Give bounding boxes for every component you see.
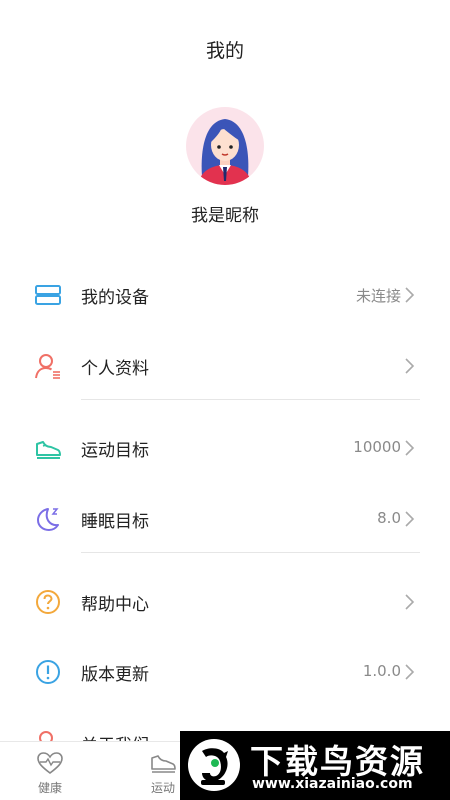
- menu-item-sleep-goal[interactable]: 睡眠目标 8.0: [0, 488, 450, 548]
- page-title: 我的: [205, 40, 244, 62]
- menu-item-label: 帮助中心: [81, 595, 149, 615]
- chevron-right-icon: [405, 664, 415, 680]
- menu-item-version-update[interactable]: 版本更新 1.0.0: [0, 641, 450, 701]
- tab-label: 健康: [37, 781, 62, 795]
- person-icon: [35, 354, 60, 379]
- moon-icon: [37, 508, 59, 531]
- device-icon: [35, 285, 61, 305]
- menu-item-label: 睡眠目标: [81, 512, 149, 532]
- menu-item-label: 运动目标: [81, 441, 149, 461]
- bird-logo-icon: [188, 739, 240, 791]
- menu-item-exercise-goal[interactable]: 运动目标 10000: [0, 417, 450, 477]
- avatar[interactable]: [186, 107, 264, 185]
- sneaker-icon: [151, 755, 176, 773]
- menu-item-label: 个人资料: [81, 359, 149, 379]
- version-value: 1.0.0: [362, 662, 401, 680]
- menu-item-profile[interactable]: 个人资料: [0, 335, 450, 395]
- heart-pulse-icon: [37, 752, 63, 775]
- watermark-banner: 下载鸟资源 www.xiazainiao.com: [180, 731, 450, 800]
- chevron-right-icon: [405, 594, 415, 610]
- exercise-goal-value: 10000: [353, 438, 401, 456]
- chevron-right-icon: [405, 511, 415, 527]
- sleep-goal-value: 8.0: [377, 509, 401, 527]
- menu-item-help-center[interactable]: 帮助中心: [0, 571, 450, 631]
- menu-item-label: 版本更新: [81, 665, 149, 685]
- menu-item-my-device[interactable]: 我的设备 未连接: [0, 264, 450, 324]
- sneaker-icon: [36, 441, 61, 459]
- watermark-url: www.xiazainiao.com: [252, 776, 413, 792]
- device-status: 未连接: [355, 287, 401, 305]
- tab-health[interactable]: 健康: [20, 742, 80, 800]
- exclamation-icon: [36, 660, 60, 684]
- chevron-right-icon: [405, 440, 415, 456]
- chevron-right-icon: [405, 287, 415, 303]
- nickname: 我是昵称: [191, 206, 259, 226]
- girl-avatar-icon: [198, 119, 252, 185]
- divider: [81, 399, 420, 400]
- chevron-right-icon: [405, 358, 415, 374]
- question-icon: [36, 590, 60, 614]
- menu-item-label: 我的设备: [81, 288, 149, 308]
- divider: [81, 552, 420, 553]
